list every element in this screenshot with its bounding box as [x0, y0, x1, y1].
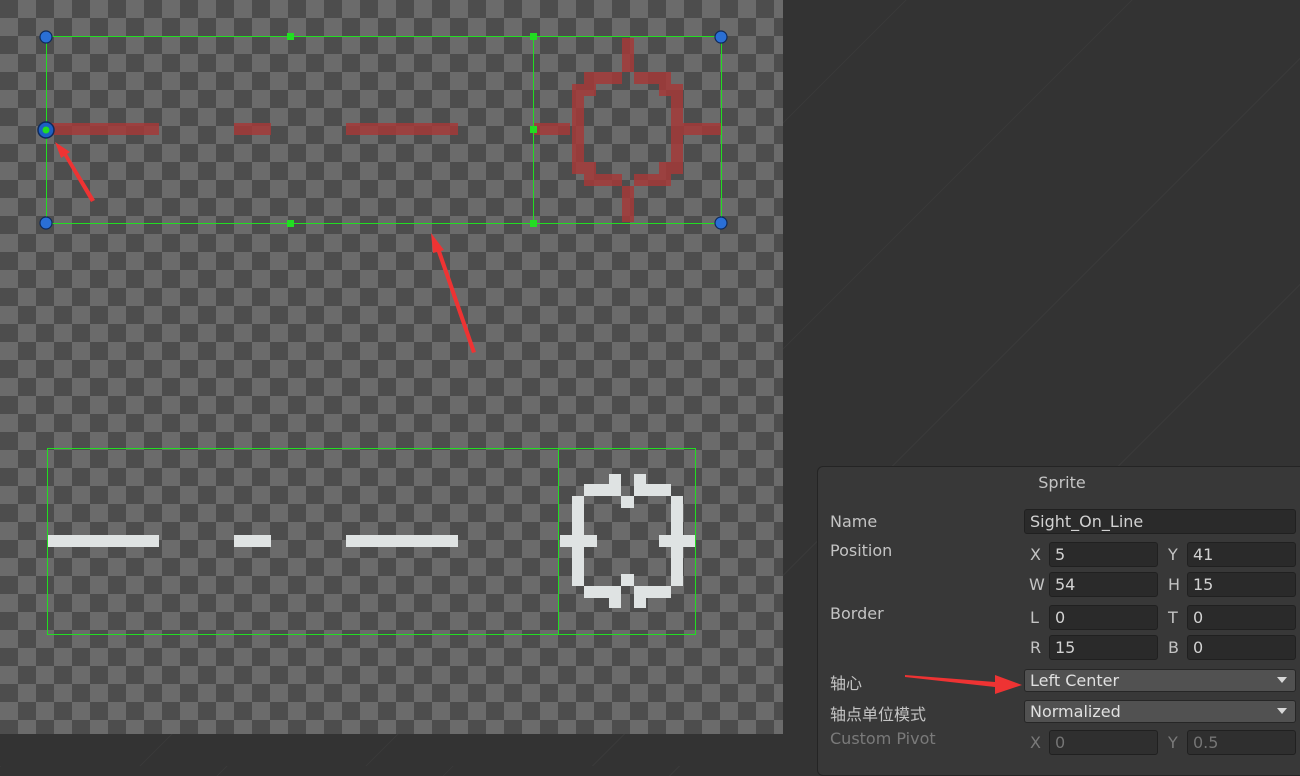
panel-title: Sprite — [1038, 473, 1086, 492]
custom-pivot-x-label: X — [1030, 733, 1041, 752]
position-h-label: H — [1168, 575, 1181, 594]
pivot-dropdown-value: Left Center — [1030, 671, 1120, 690]
sprite-preview-red — [47, 38, 721, 222]
position-w-label: W — [1029, 575, 1045, 594]
position-x-field[interactable]: 5 — [1049, 542, 1158, 567]
position-h-field[interactable]: 15 — [1187, 572, 1296, 597]
position-x-label: X — [1030, 545, 1041, 564]
pivot-unit-label: 轴点单位模式 — [830, 705, 927, 724]
canvas-overlay — [37, 30, 728, 635]
border-label: Border — [830, 604, 884, 623]
custom-pivot-label: Custom Pivot — [830, 729, 936, 748]
pivot-unit-dropdown-value: Normalized — [1030, 702, 1121, 721]
custom-pivot-y-label: Y — [1168, 733, 1178, 752]
border-l-label: L — [1030, 608, 1039, 627]
dropdown-caret-icon — [1277, 708, 1287, 714]
border-t-label: T — [1168, 608, 1178, 627]
sprite-preview-white — [47, 474, 696, 608]
border-t-field[interactable]: 0 — [1187, 605, 1296, 630]
sprite-editor-canvas[interactable] — [0, 0, 783, 734]
position-w-field[interactable]: 54 — [1049, 572, 1158, 597]
pivot-label: 轴心 — [830, 674, 863, 693]
pivot-dropdown[interactable]: Left Center — [1024, 669, 1296, 692]
border-b-field[interactable]: 0 — [1187, 635, 1296, 660]
position-y-field[interactable]: 41 — [1187, 542, 1296, 567]
border-l-field[interactable]: 0 — [1049, 605, 1158, 630]
custom-pivot-y-field: 0.5 — [1187, 730, 1296, 755]
pivot-handle-icon[interactable] — [37, 121, 55, 139]
position-y-label: Y — [1168, 545, 1178, 564]
name-field[interactable]: Sight_On_Line — [1024, 509, 1296, 534]
annotation-arrow-icon — [905, 675, 1022, 694]
border-r-label: R — [1030, 638, 1042, 657]
custom-pivot-x-field: 0 — [1049, 730, 1158, 755]
name-label: Name — [830, 512, 878, 531]
position-label: Position — [830, 541, 893, 560]
dropdown-caret-icon — [1277, 677, 1287, 683]
pivot-unit-dropdown[interactable]: Normalized — [1024, 700, 1296, 723]
border-b-label: B — [1168, 638, 1179, 657]
sprite-inspector-panel: Sprite Name Sight_On_Line Position X 5 Y… — [817, 466, 1300, 776]
border-r-field[interactable]: 15 — [1049, 635, 1158, 660]
annotation-arrow-icon — [55, 142, 476, 353]
